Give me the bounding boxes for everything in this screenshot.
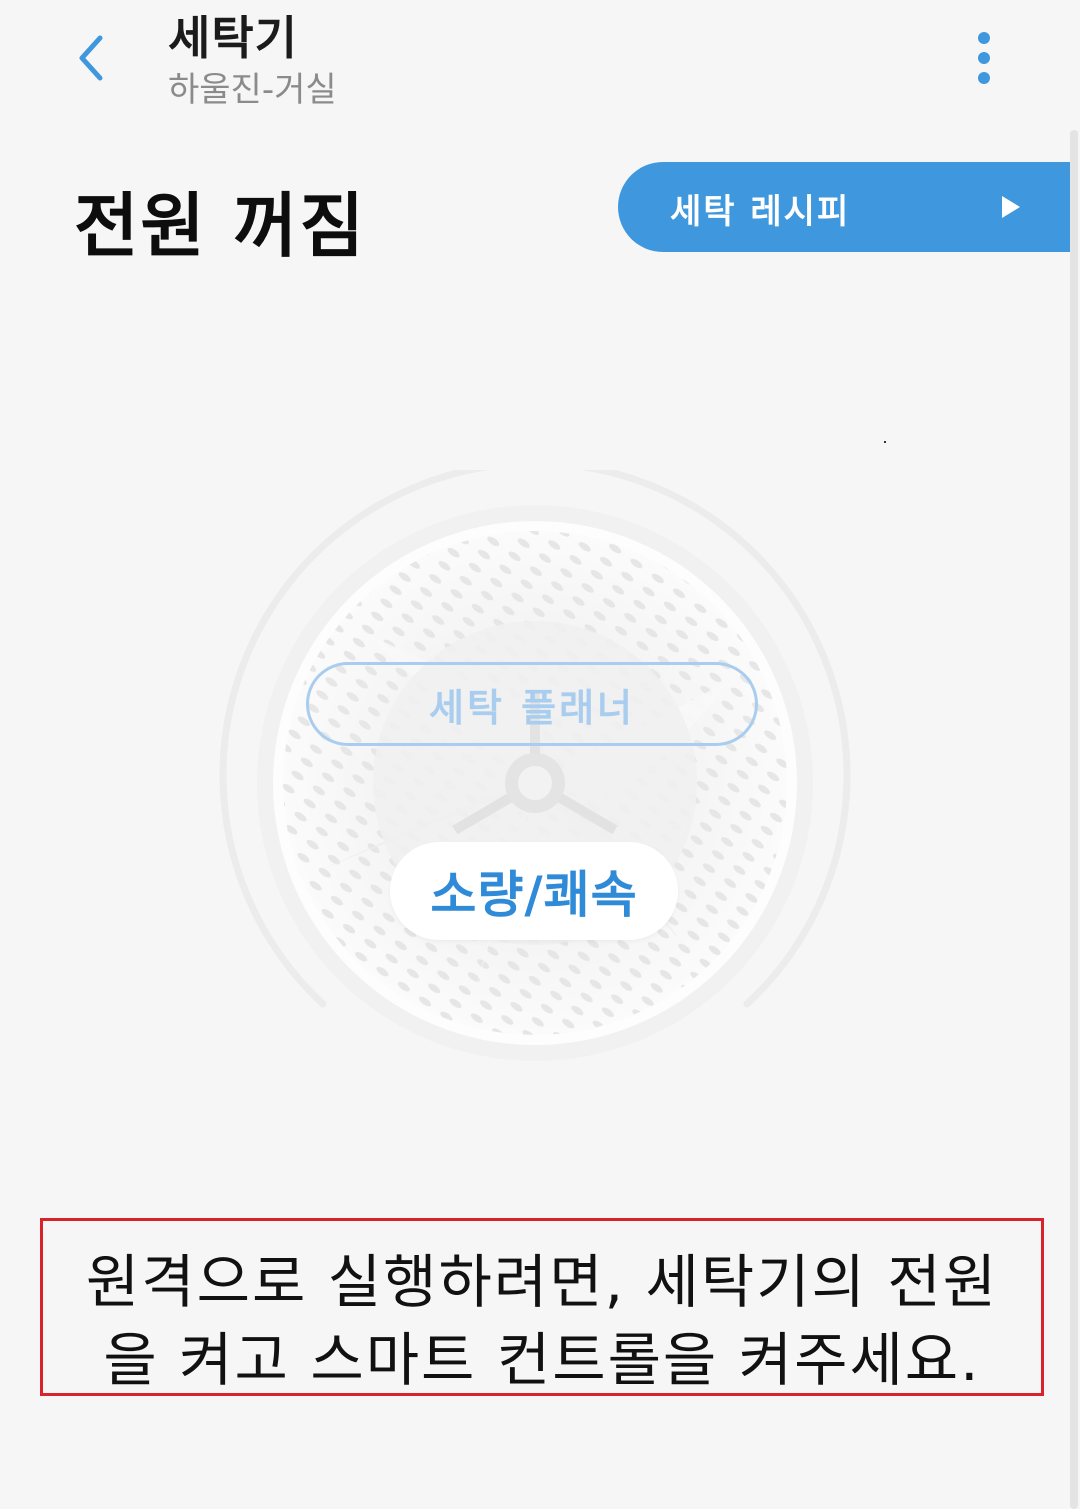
remote-control-notice: 원격으로 실행하려면, 세탁기의 전원 을 켜고 스마트 컨트롤을 켜주세요. [40,1218,1044,1396]
app-header: 세탁기 하울진-거실 [0,0,1080,120]
page-title: 세탁기 [168,11,298,65]
chevron-left-icon [79,35,103,81]
notice-line-2: 을 켜고 스마트 컨트롤을 켜주세요. [103,1326,981,1394]
scrollbar[interactable] [1070,130,1078,1509]
washer-drum: 세탁 플래너 소량/쾌속 [210,470,860,1090]
wash-recipe-label: 세탁 레시피 [670,192,851,232]
power-status: 전원 꺼짐 [74,185,366,267]
back-button[interactable] [64,28,120,88]
device-location: 하울진-거실 [168,70,337,110]
notice-line-1: 원격으로 실행하려면, 세탁기의 전원 [85,1248,999,1316]
wash-course-label: 소량/쾌속 [430,866,638,924]
wash-planner-button[interactable]: 세탁 플래너 [306,662,758,746]
more-options-button[interactable] [960,26,1008,90]
more-vertical-icon [978,32,990,84]
play-arrow-icon [1002,196,1020,218]
stray-dot [884,441,886,443]
wash-recipe-button[interactable]: 세탁 레시피 [618,162,1070,252]
wash-course-button[interactable]: 소량/쾌속 [390,842,678,940]
wash-planner-label: 세탁 플래너 [428,685,636,730]
drum-illustration [219,470,851,1061]
